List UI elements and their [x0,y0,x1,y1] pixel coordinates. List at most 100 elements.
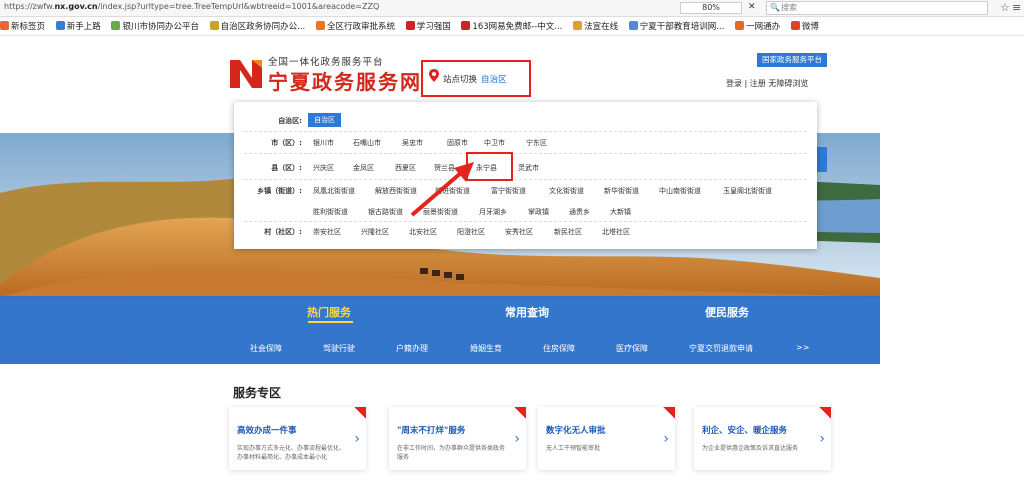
service-nav-band: 热门服务 常用查询 便民服务 社会保障 驾驶行驶 户籍办理 婚姻生育 住房保障 … [0,296,880,364]
new-badge-icon [514,407,526,419]
bookmark-icon [0,21,9,30]
bookmark-icon [55,21,65,30]
bookmark-item[interactable]: 自治区政务协同办公... [209,18,305,35]
bookmark-item[interactable]: 新手上路 [55,18,101,35]
new-badge-icon [663,407,675,419]
region-option[interactable]: 新民社区 [554,227,582,237]
bookmark-item[interactable]: 学习强国 [405,18,451,35]
site-logo-icon[interactable] [230,56,262,88]
bookmark-item[interactable]: 法宣在线 [573,18,618,35]
service-card-title: 高效办成一件事 [237,426,297,436]
region-option[interactable]: 中卫市 [484,138,505,148]
region-option[interactable]: 崇安社区 [313,227,341,237]
tab-common-queries[interactable]: 常用查询 [505,304,549,320]
bookmark-item[interactable]: 新标签页 [0,18,45,35]
bookmark-item[interactable]: 163网易免费邮--中文... [461,18,562,35]
bookmark-item[interactable]: 银川市协同办公平台 [111,18,199,35]
region-option[interactable]: 阳澄社区 [457,227,485,237]
station-switcher[interactable]: 站点切换 自治区 [421,60,531,97]
subnav-link[interactable]: 宁夏交罚退款申请 [689,343,753,354]
region-option[interactable]: 掌政镇 [528,207,549,217]
region-option[interactable]: 宁东区 [526,138,547,148]
service-card[interactable]: 高效办成一件事 实现办事方式多元化、办事流程最优化、办事材料最简化、办事成本最小… [229,407,366,470]
service-card-title: 数字化无人审批 [546,426,606,436]
bookmark-star-icon[interactable]: ☆ [1000,1,1010,14]
service-card-desc: 无人工干预智能审批 [546,445,601,452]
login-register-links[interactable]: 登录 | 注册 无障碍浏览 [726,78,808,89]
service-card-desc: 实现办事方式多元化、办事流程最优化、办事材料最简化、办事成本最小化 [237,445,346,461]
region-option[interactable]: 大新镇 [610,207,631,217]
region-option[interactable]: 北安社区 [409,227,437,237]
station-switch-label: 站点切换 [443,75,478,85]
region-option[interactable]: 固原市 [447,138,468,148]
region-option[interactable]: 银川市 [313,138,334,148]
page-margin [880,296,1024,364]
region-option[interactable]: 自治区 [308,113,341,127]
active-tab-indicator [308,321,353,323]
zoom-level[interactable]: 80% [680,2,742,14]
service-card-desc: 为企业提供惠企政策及诉求直达服务 [702,445,799,452]
row-label: 自治区: [278,117,302,125]
bookmark-icon [405,21,415,30]
subnav-link[interactable]: 医疗保障 [616,343,648,354]
bookmark-icon [315,21,325,30]
region-option[interactable]: 月牙湖乡 [479,207,507,217]
bookmark-item[interactable]: 宁夏干部教育培训网... [628,18,724,35]
location-pin-icon [429,69,439,82]
region-option[interactable]: 安秀社区 [505,227,533,237]
new-badge-icon [819,407,831,419]
row-label: 乡镇（街道）: [257,187,302,195]
chevron-right-icon: › [819,431,825,447]
bookmark-icon [209,21,219,30]
subnav-link[interactable]: 社会保障 [250,343,282,354]
site-title[interactable]: 宁夏政务服务网 [268,66,422,95]
region-option[interactable]: 富宁街街道 [491,186,526,196]
subnav-link[interactable]: 户籍办理 [396,343,428,354]
region-option[interactable]: 兴隆社区 [361,227,389,237]
subnav-link[interactable]: 驾驶行驶 [323,343,355,354]
chevron-right-icon: › [354,431,360,447]
region-option[interactable]: 胜利街街道 [313,207,348,217]
close-icon[interactable]: ✕ [748,2,756,12]
subnav-more-link[interactable]: >> [796,343,809,352]
bookmark-item[interactable]: 微博 [790,18,819,35]
bookmark-item[interactable]: 全区行政审批系统 [315,18,395,35]
region-option[interactable]: 新华街街道 [604,186,639,196]
region-option[interactable]: 凤凰北街街道 [313,186,355,196]
bookmark-icon [573,21,583,30]
bookmark-icon [735,21,745,30]
service-card[interactable]: 利企、安企、暖企服务 为企业提供惠企政策及诉求直达服务 › [694,407,831,470]
subnav-link[interactable]: 住房保障 [543,343,575,354]
service-card-desc: 在非工作时间，为办事群众提供各类政务服务 [397,445,506,461]
url-text[interactable]: https://zwfw.nx.gov.cn/index.jsp?urltype… [4,2,379,11]
new-badge-icon [354,407,366,419]
services-section-title: 服务专区 [233,386,282,400]
annotation-arrow-icon [410,162,474,217]
region-option[interactable]: 金凤区 [353,163,374,173]
region-option[interactable]: 兴庆区 [313,163,334,173]
service-card[interactable]: 数字化无人审批 无人工干预智能审批 › [538,407,675,470]
row-label: 县（区）: [271,164,302,172]
tab-hot-services[interactable]: 热门服务 [307,304,351,320]
region-option[interactable]: 石嘴山市 [353,138,381,148]
bookmark-item[interactable]: 一网通办 [735,18,780,35]
region-option[interactable]: 中山南街街道 [659,186,701,196]
region-option[interactable]: 吴忠市 [402,138,423,148]
region-option[interactable]: 北塔社区 [602,227,630,237]
subnav-link[interactable]: 婚姻生育 [470,343,502,354]
region-option[interactable]: 通贵乡 [569,207,590,217]
browser-search-input[interactable]: 🔍 搜索 [766,1,988,15]
row-label: 市（区）: [271,139,302,147]
region-selector-panel: 自治区: 自治区 市（区）: 银川市 石嘴山市 吴忠市 固原市 中卫市 宁东区 … [234,102,817,249]
region-option[interactable]: 文化街街道 [549,186,584,196]
current-station[interactable]: 自治区 [481,73,507,85]
region-option[interactable]: 灵武市 [518,163,539,173]
region-option[interactable]: 银古路街道 [368,207,403,217]
national-platform-button[interactable]: 国家政务服务平台 [757,53,827,67]
menu-icon[interactable]: ≡ [1012,1,1021,14]
region-option[interactable]: 玉皇阁北街街道 [723,186,772,196]
service-card[interactable]: "周末不打烊"服务 在非工作时间，为办事群众提供各类政务服务 › [389,407,526,470]
bookmark-icon [790,21,800,30]
tab-convenience-services[interactable]: 便民服务 [705,304,749,320]
chevron-right-icon: › [514,431,520,447]
